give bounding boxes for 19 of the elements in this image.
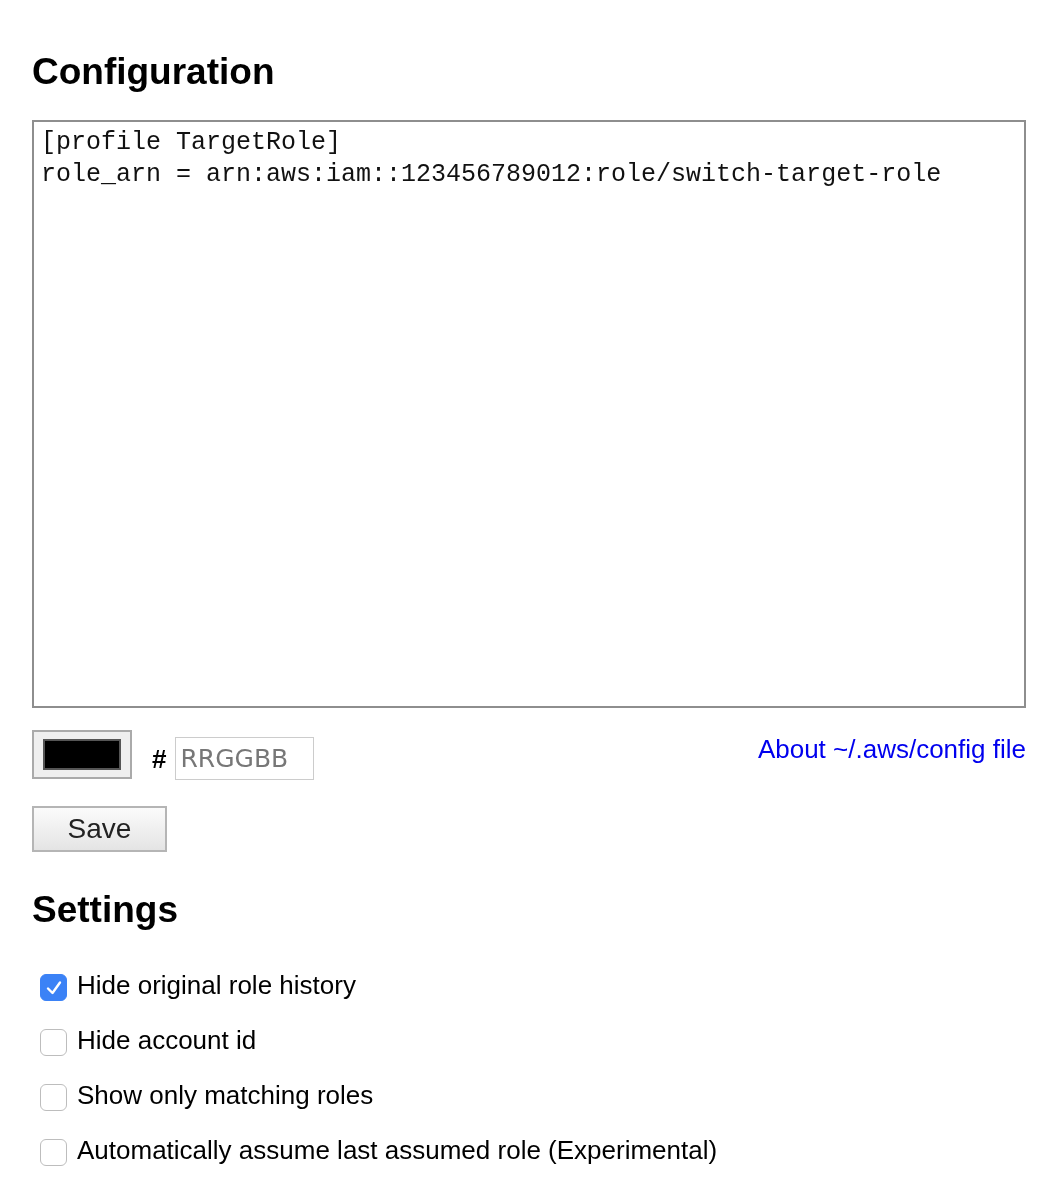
section-heading: Settings	[32, 888, 178, 932]
code-line: [profile TargetRole]	[41, 127, 342, 159]
hash-label: #	[152, 744, 167, 774]
color-picker-button[interactable]	[32, 730, 132, 779]
checkbox[interactable]	[40, 1029, 67, 1056]
option-label: Show only matching roles	[77, 1079, 374, 1110]
save-button[interactable]: Save	[32, 806, 167, 852]
help-link[interactable]: About ~/.aws/config file	[757, 734, 1026, 764]
code-line: role_arn = arn:aws:iam::123456789012:role/switch-target-role	[41, 159, 942, 191]
check-icon	[44, 978, 63, 997]
section-heading: Configuration	[32, 50, 275, 94]
option-label: Automatically assume last assumed role (Experimental)	[77, 1134, 718, 1165]
color-hex-input[interactable]: RRGGBB	[175, 737, 315, 780]
option-label: Hide account id	[77, 1024, 257, 1055]
config-textarea[interactable]: [profile TargetRole] role_arn = arn:aws:iam::123456789012:role/switch-target-role	[32, 120, 1026, 708]
checkbox[interactable]	[40, 1084, 67, 1111]
checkbox[interactable]	[40, 974, 67, 1001]
checkbox[interactable]	[40, 1139, 67, 1166]
option-label: Hide original role history	[77, 969, 356, 1000]
